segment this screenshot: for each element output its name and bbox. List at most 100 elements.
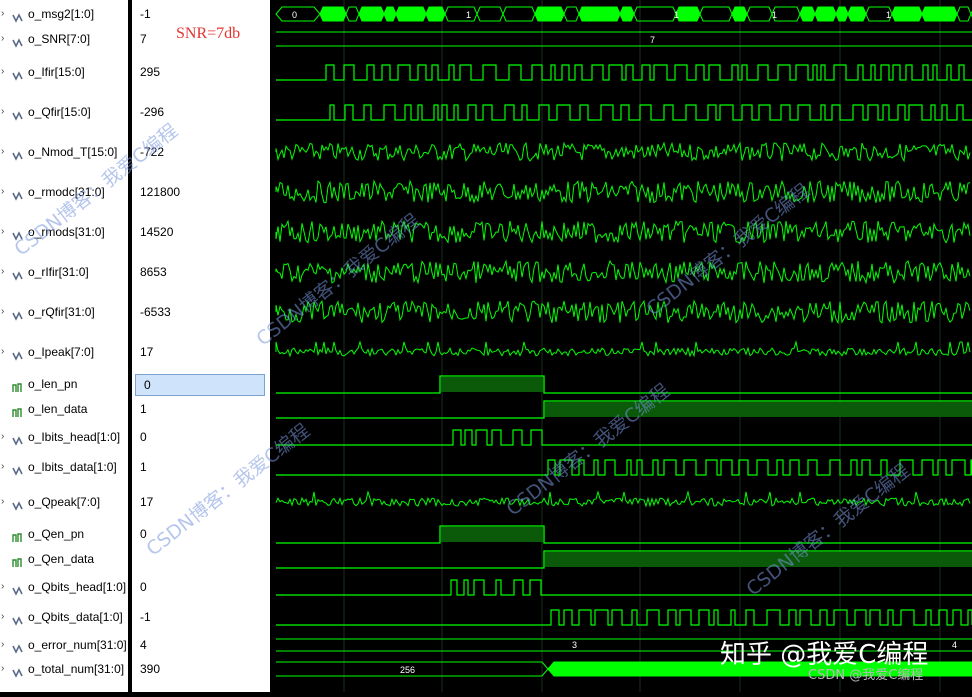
- signal-value-text: 8653: [140, 265, 167, 279]
- waveform-o-Qen-pn: [276, 525, 972, 544]
- signal-value[interactable]: 0: [132, 427, 270, 447]
- signal-row[interactable]: › o_msg2[1:0]: [0, 4, 128, 24]
- signal-value[interactable]: 0: [135, 374, 265, 396]
- expand-chevron-icon[interactable]: ›: [1, 262, 9, 282]
- waveform-o-SNR-7-0: 7: [276, 31, 972, 47]
- signal-value-text: 390: [140, 662, 161, 676]
- signal-value[interactable]: -1: [132, 4, 270, 24]
- signal-name: o_Qbits_data[1:0]: [28, 610, 123, 624]
- signal-value[interactable]: 121800: [132, 182, 270, 202]
- signal-name: o_Qfir[15:0]: [28, 105, 91, 119]
- expand-chevron-icon[interactable]: ›: [1, 427, 9, 447]
- signal-value-text: 7: [140, 32, 147, 46]
- signal-row[interactable]: › o_Qfir[15:0]: [0, 102, 128, 122]
- signal-value-text: 14520: [140, 225, 174, 239]
- signal-name: o_Nmod_T[15:0]: [28, 145, 118, 159]
- signal-name: o_Qen_data: [28, 552, 95, 566]
- waveform-o-len-pn: [276, 375, 972, 394]
- signal-row[interactable]: › o_Ibits_data[1:0]: [0, 457, 128, 477]
- signal-name: o_rIfir[31:0]: [28, 265, 89, 279]
- signal-type-icon: [12, 267, 23, 281]
- signal-value-text: 121800: [140, 185, 181, 199]
- signal-row[interactable]: › o_total_num[31:0]: [0, 659, 128, 679]
- signal-row[interactable]: › o_Ipeak[7:0]: [0, 342, 128, 362]
- signal-type-icon: [12, 187, 23, 201]
- expand-chevron-icon[interactable]: ›: [1, 342, 9, 362]
- signal-type-icon: [12, 554, 23, 567]
- signal-value-text: -1: [140, 7, 151, 21]
- signal-type-icon: [12, 612, 23, 626]
- waveform-o-Ipeak-7-0: [275, 340, 971, 358]
- expand-chevron-icon[interactable]: ›: [1, 302, 9, 322]
- signal-row[interactable]: › o_error_num[31:0]: [0, 635, 128, 655]
- expand-chevron-icon[interactable]: ›: [1, 659, 9, 679]
- signal-value[interactable]: 1: [132, 399, 270, 419]
- signal-value[interactable]: 0: [132, 577, 270, 597]
- signal-type-icon: [12, 497, 23, 511]
- signal-value[interactable]: -296: [132, 102, 270, 122]
- signal-value[interactable]: 17: [132, 342, 270, 362]
- signal-value[interactable]: -1: [132, 607, 270, 627]
- bus-value-label: 1: [886, 10, 891, 20]
- signal-row[interactable]: › o_Qpeak[7:0]: [0, 492, 128, 512]
- signal-type-icon: [12, 379, 23, 392]
- signal-value-text: -6533: [140, 305, 171, 319]
- signal-type-icon: [12, 432, 23, 446]
- signal-name: o_rQfir[31:0]: [28, 305, 95, 319]
- expand-chevron-icon[interactable]: ›: [1, 142, 9, 162]
- waveform-viewer[interactable]: 0 1 1 1 1 7 3 4 256: [274, 0, 972, 692]
- waveform-o-Ibits-data-1-0: [276, 459, 972, 476]
- signal-name: o_error_num[31:0]: [28, 638, 127, 652]
- signal-name: o_Ipeak[7:0]: [28, 345, 95, 359]
- signal-type-icon: [12, 307, 23, 321]
- signal-row[interactable]: › o_Ifir[15:0]: [0, 62, 128, 82]
- signal-type-icon: [12, 107, 23, 121]
- expand-chevron-icon[interactable]: ›: [1, 577, 9, 597]
- signal-type-icon: [12, 529, 23, 542]
- signal-row[interactable]: › o_rIfir[31:0]: [0, 262, 128, 282]
- expand-chevron-icon[interactable]: ›: [1, 492, 9, 512]
- signal-value-text: 17: [140, 495, 154, 509]
- signal-row[interactable]: › o_Qbits_head[1:0]: [0, 577, 128, 597]
- waveform-canvas[interactable]: 0 1 1 1 173 4256: [274, 0, 972, 692]
- signal-value[interactable]: 14520: [132, 222, 270, 242]
- signal-name: o_SNR[7:0]: [28, 32, 91, 46]
- signal-value[interactable]: -6533: [132, 302, 270, 322]
- signal-type-icon: [12, 404, 23, 417]
- waveform-o-rIfir-31-0: [275, 259, 971, 285]
- signal-type-icon: [12, 462, 23, 476]
- signal-value[interactable]: 295: [132, 62, 270, 82]
- waveform-o-Qbits-data-1-0: [276, 609, 972, 626]
- expand-chevron-icon[interactable]: ›: [1, 457, 9, 477]
- expand-chevron-icon[interactable]: ›: [1, 29, 9, 49]
- signal-row[interactable]: › o_SNR[7:0]: [0, 29, 128, 49]
- bus-value-label: 1: [466, 10, 471, 20]
- signal-row[interactable]: › o_Qbits_data[1:0]: [0, 607, 128, 627]
- signal-name-panel: › o_msg2[1:0] › o_SNR[7:0] › o_Ifir[15:0] › o_Q…: [0, 0, 128, 692]
- bus-value-label: 7: [650, 35, 655, 45]
- signal-row[interactable]: › o_Ibits_head[1:0]: [0, 427, 128, 447]
- expand-chevron-icon[interactable]: ›: [1, 102, 9, 122]
- signal-value[interactable]: 8653: [132, 262, 270, 282]
- signal-row[interactable]: o_len_data: [0, 399, 128, 419]
- signal-type-icon: [12, 347, 23, 361]
- waveform-o-Nmod-T-15-0: [275, 141, 971, 163]
- signal-type-icon: [12, 9, 23, 23]
- expand-chevron-icon[interactable]: ›: [1, 635, 9, 655]
- expand-chevron-icon[interactable]: ›: [1, 182, 9, 202]
- csdn-credit: CSDN @我爱C编程: [808, 668, 924, 683]
- bus-value-label: 256: [400, 665, 415, 675]
- signal-value-text: 1: [140, 402, 147, 416]
- waveform-o-rmodc-31-0: [275, 179, 971, 205]
- expand-chevron-icon[interactable]: ›: [1, 4, 9, 24]
- signal-value[interactable]: 390: [132, 659, 270, 679]
- signal-row[interactable]: o_len_pn: [0, 374, 128, 394]
- signal-value-text: 0: [144, 378, 151, 392]
- signal-row[interactable]: › o_Nmod_T[15:0]: [0, 142, 128, 162]
- expand-chevron-icon[interactable]: ›: [1, 607, 9, 627]
- signal-value[interactable]: 4: [132, 635, 270, 655]
- signal-row[interactable]: o_Qen_pn: [0, 524, 128, 544]
- expand-chevron-icon[interactable]: ›: [1, 62, 9, 82]
- signal-row[interactable]: › o_rQfir[31:0]: [0, 302, 128, 322]
- signal-row[interactable]: o_Qen_data: [0, 549, 128, 569]
